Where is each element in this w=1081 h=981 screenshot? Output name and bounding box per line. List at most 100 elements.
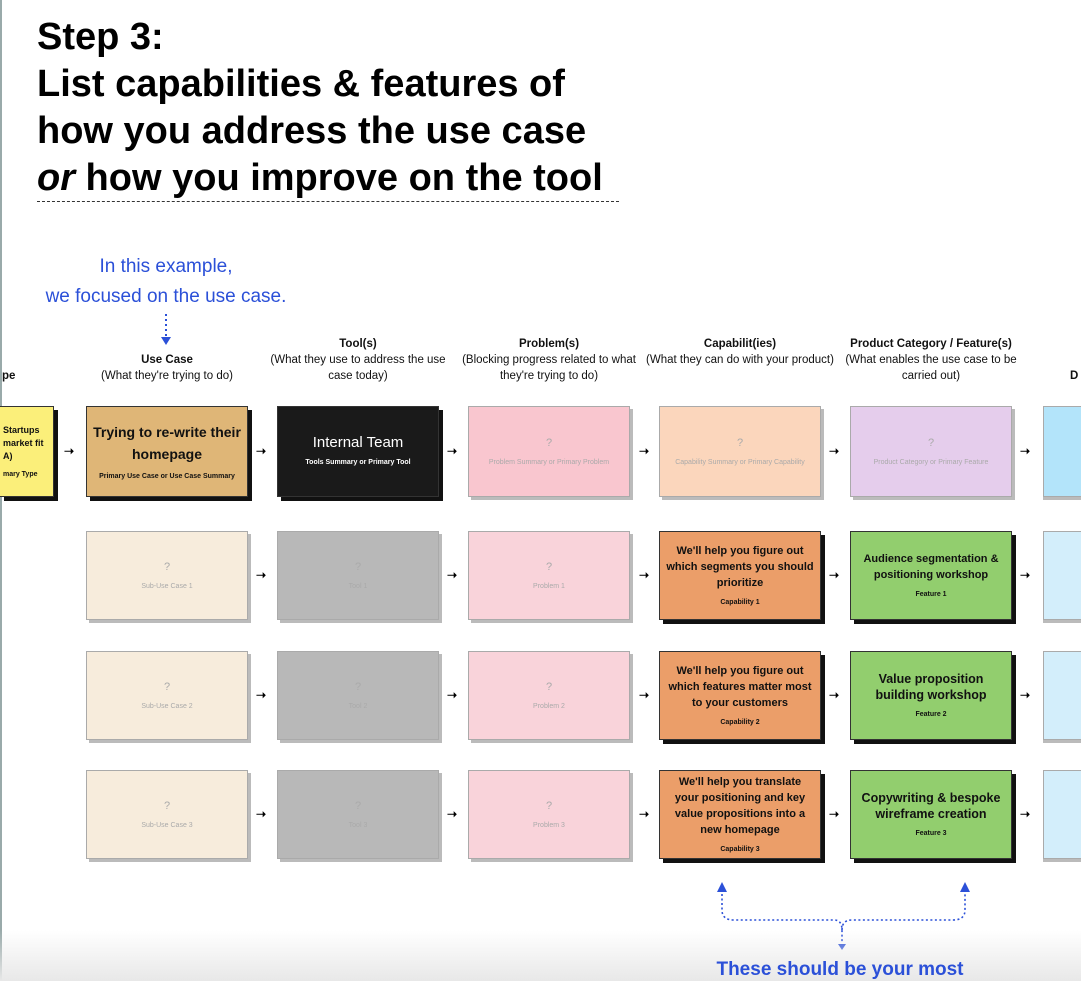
column-description: D <box>1070 370 1079 382</box>
card-label: mary Type <box>3 470 38 478</box>
card-text: ? <box>545 561 553 573</box>
arrow-right-icon: ➝ <box>256 443 267 458</box>
arrow-right-icon: ➝ <box>64 443 75 458</box>
diagram-card[interactable]: ? Sub-Use Case 1 <box>86 531 248 620</box>
card-label: Sub-Use Case 1 <box>141 583 193 590</box>
title-line: how you address the use case <box>37 110 587 152</box>
column-header: Product Category / Feature(s) (What enabl… <box>831 336 1031 384</box>
arrow-right-icon: ➝ <box>829 687 840 702</box>
card-label: Tool 3 <box>348 822 368 829</box>
diagram-card[interactable]: We'll help you figure out which segments… <box>659 531 821 620</box>
diagram-card[interactable]: Internal Team Tools Summary or Primary To… <box>277 406 439 497</box>
diagram-card[interactable] <box>1043 651 1081 740</box>
card-label: Problem 3 <box>533 822 565 829</box>
card-text: ? <box>163 561 171 573</box>
card-label: Product Category or Primary Feature <box>873 459 989 466</box>
card-label: Tool 2 <box>348 703 368 710</box>
column-description: pe <box>2 370 16 382</box>
card-text: We'll help you figure out which features… <box>668 665 812 709</box>
diagram-card[interactable]: ? Sub-Use Case 3 <box>86 770 248 859</box>
card-text: We'll help you figure out which segments… <box>666 545 814 589</box>
card-label: Problem Summary or Primary Problem <box>488 459 610 466</box>
card-label: Capability 1 <box>720 599 760 606</box>
diagram-card[interactable] <box>1043 406 1081 497</box>
card-label: Capability Summary or Primary Capability <box>675 459 805 466</box>
diagram-card[interactable]: ? Sub-Use Case 2 <box>86 651 248 740</box>
card-label: Feature 1 <box>915 591 947 598</box>
note-line: In this example, <box>99 256 233 277</box>
arrow-right-icon: ➝ <box>1020 567 1031 582</box>
card-label: Sub-Use Case 3 <box>141 822 193 829</box>
diagram-card[interactable]: ? Problem 1 <box>468 531 630 620</box>
title-underline <box>37 201 619 202</box>
card-label: Sub-Use Case 2 <box>141 703 193 710</box>
column-description: (Blocking progress related to what they'… <box>462 354 636 382</box>
card-text: We'll help you translate your positionin… <box>674 776 806 836</box>
diagram-card[interactable]: We'll help you translate your positionin… <box>659 770 821 859</box>
arrow-right-icon: ➝ <box>829 567 840 582</box>
title-line: or how you improve on the tool <box>37 155 603 202</box>
arrow-right-icon: ➝ <box>639 806 650 821</box>
diagram-card[interactable]: Audience segmentation & positioning work… <box>850 531 1012 620</box>
diagram-card[interactable]: ? Problem 2 <box>468 651 630 740</box>
card-label: Tools Summary or Primary Tool <box>305 459 411 466</box>
diagram-card[interactable]: ? Problem Summary or Primary Problem <box>468 406 630 497</box>
column-title: Problem(s) <box>518 338 580 350</box>
card-label: Capability 2 <box>720 719 760 726</box>
arrow-right-icon: ➝ <box>639 443 650 458</box>
card-text: ? <box>163 800 171 812</box>
column-title: Product Category / Feature(s) <box>850 338 1012 350</box>
card-text: ? <box>545 437 553 449</box>
card-label: Tool 1 <box>348 583 368 590</box>
diagram-card[interactable] <box>1043 770 1081 859</box>
column-description: (What they use to address the use case t… <box>270 354 446 382</box>
card-label: Problem 1 <box>533 583 565 590</box>
diagram-card[interactable]: ? Problem 3 <box>468 770 630 859</box>
arrow-right-icon: ➝ <box>1020 806 1031 821</box>
card-text: ? <box>163 681 171 693</box>
diagram-card[interactable]: ? Product Category or Primary Feature <box>850 406 1012 497</box>
diagram-card[interactable]: ? Tool 3 <box>277 770 439 859</box>
column-header: pe <box>2 368 22 384</box>
arrow-right-icon: ➝ <box>447 443 458 458</box>
arrow-right-icon: ➝ <box>447 806 458 821</box>
dotted-arrow-down-icon <box>161 314 171 345</box>
column-title: Capabilit(ies) <box>703 338 777 350</box>
column-header: Tool(s) (What they use to address the use… <box>258 336 458 384</box>
arrow-right-icon: ➝ <box>447 567 458 582</box>
title-line: List capabilities & features of <box>37 63 565 105</box>
card-text: ? <box>736 437 744 449</box>
arrow-right-icon: ➝ <box>829 443 840 458</box>
diagram-card[interactable]: Value proposition building workshop Featu… <box>850 651 1012 740</box>
diagram-card[interactable]: ? Tool 1 <box>277 531 439 620</box>
segment-card[interactable]: Startups market fit A) mary Type <box>0 406 54 497</box>
card-text: Value proposition building workshop <box>875 672 987 702</box>
card-text: Audience segmentation & positioning work… <box>863 553 999 581</box>
bottom-note: These should be your most <box>716 959 964 980</box>
diagram-card[interactable]: We'll help you figure out which features… <box>659 651 821 740</box>
column-title: Use Case <box>141 354 193 366</box>
card-text: ? <box>354 681 362 693</box>
card-label: Capability 3 <box>720 846 760 853</box>
diagram-card[interactable]: Trying to re-write their homepage Primary… <box>86 406 248 497</box>
card-text: Trying to re-write their homepage <box>93 424 241 462</box>
card-text: ? <box>354 561 362 573</box>
diagram-card[interactable]: ? Tool 2 <box>277 651 439 740</box>
diagram-card[interactable]: Copywriting & bespoke wireframe creation… <box>850 770 1012 859</box>
column-header: Capabilit(ies) (What they can do with you… <box>640 336 840 368</box>
title-emphasis: or <box>37 157 75 199</box>
page-title: Step 3: List capabilities & features of … <box>37 14 603 202</box>
card-text: ? <box>545 681 553 693</box>
card-label: Feature 2 <box>915 711 947 718</box>
arrow-right-icon: ➝ <box>1020 687 1031 702</box>
card-text: Startups market fit A) <box>3 424 44 461</box>
column-header: Problem(s) (Blocking progress related to … <box>449 336 649 384</box>
title-line: Step 3: <box>37 16 164 58</box>
card-text: ? <box>354 800 362 812</box>
arrow-right-icon: ➝ <box>1020 443 1031 458</box>
arrow-right-icon: ➝ <box>639 567 650 582</box>
diagram-card[interactable] <box>1043 531 1081 620</box>
note-line: we focused on the use case. <box>45 286 287 307</box>
card-label: Problem 2 <box>533 703 565 710</box>
diagram-card[interactable]: ? Capability Summary or Primary Capabilit… <box>659 406 821 497</box>
